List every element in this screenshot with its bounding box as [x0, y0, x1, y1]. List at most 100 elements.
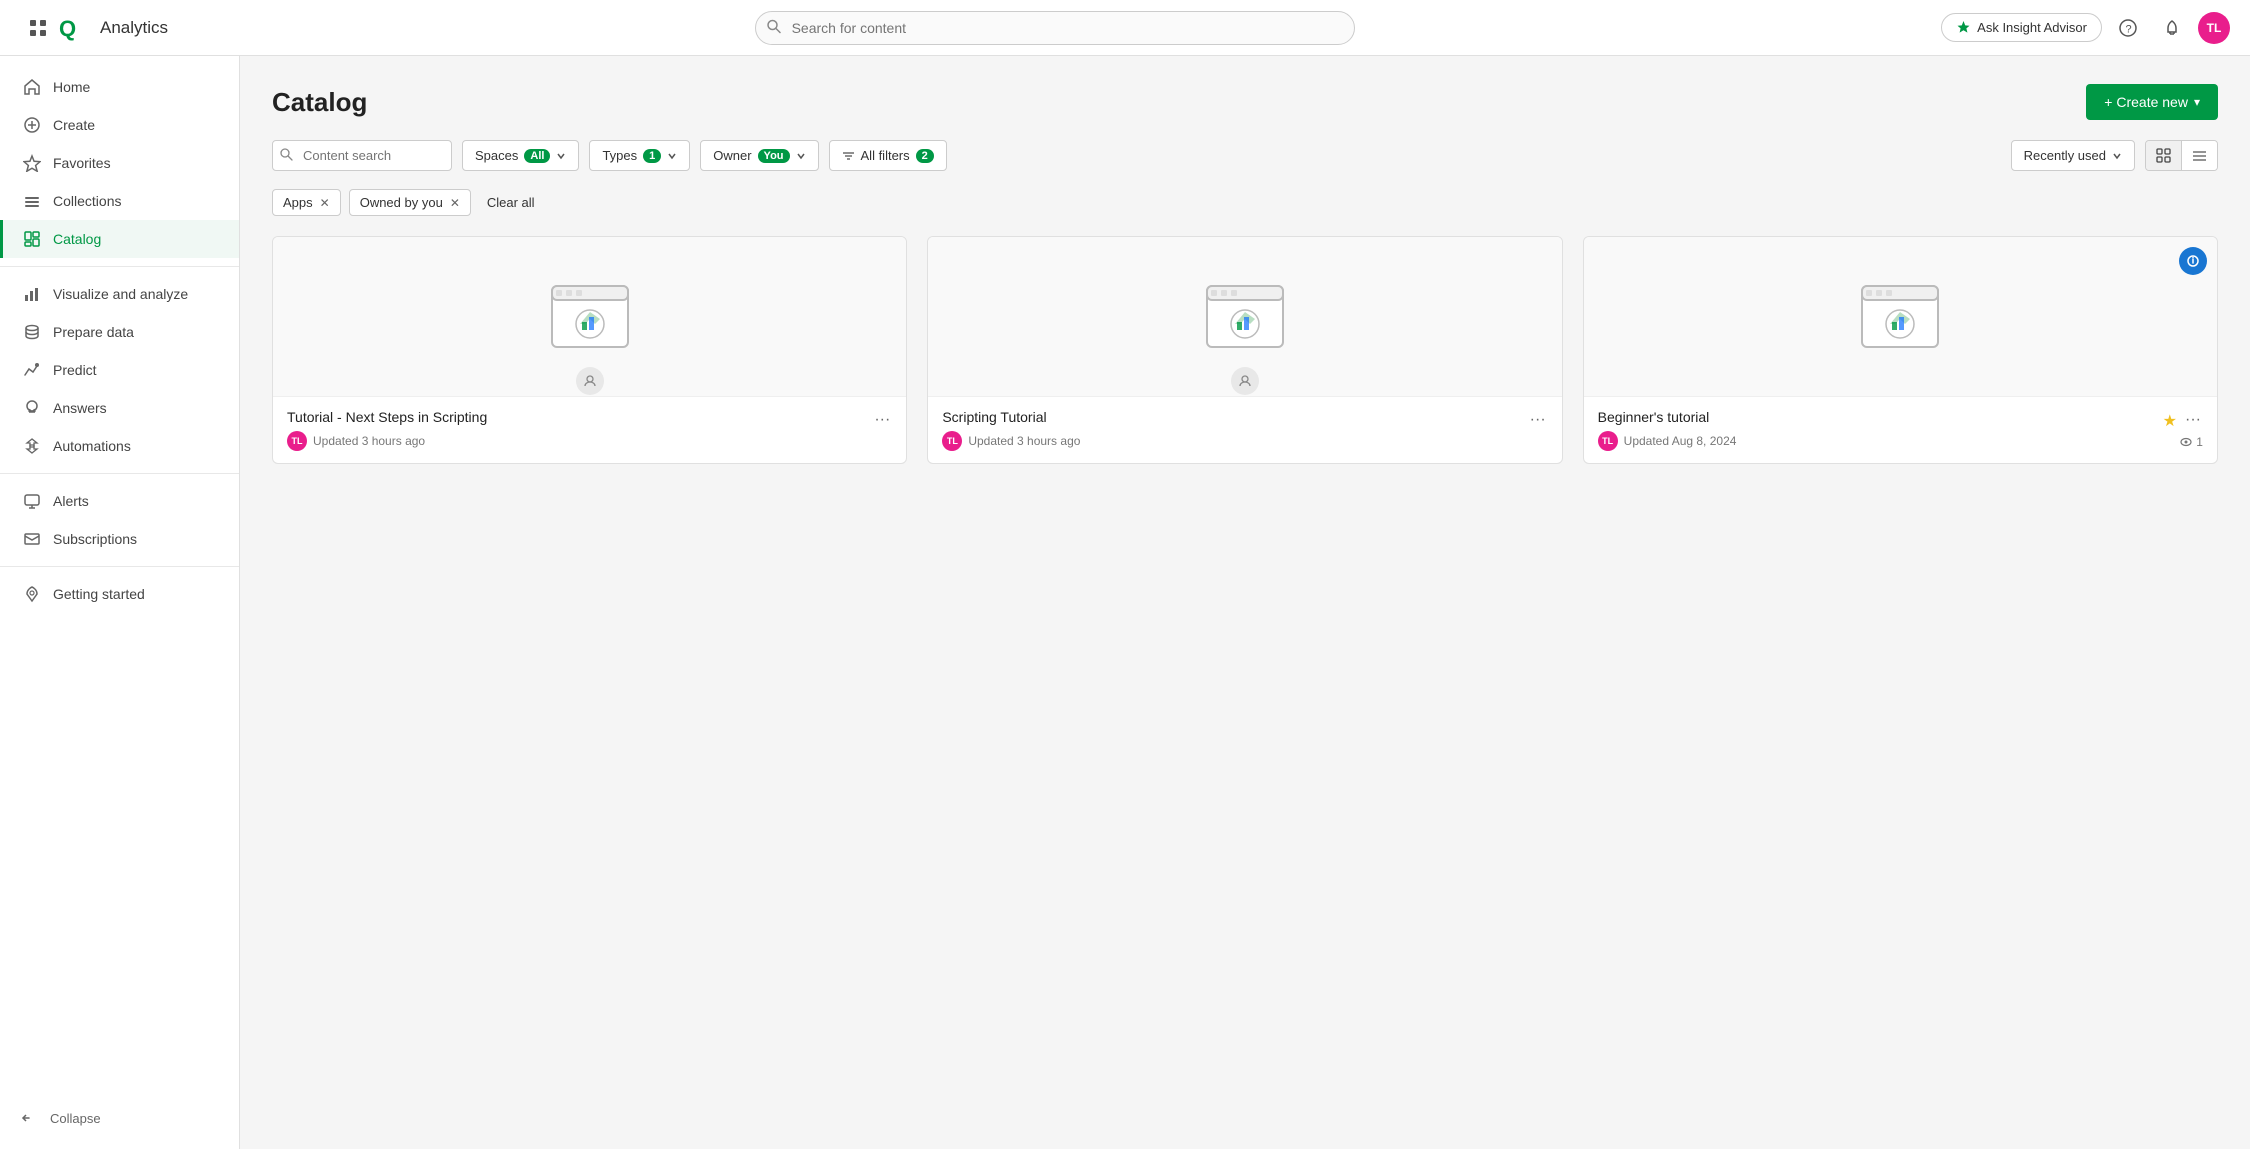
- card-footer-1: Tutorial - Next Steps in Scripting TL Up…: [273, 397, 906, 463]
- sort-button[interactable]: Recently used: [2011, 140, 2135, 171]
- predict-icon: [23, 361, 41, 379]
- content-search-input[interactable]: [272, 140, 452, 171]
- sidebar-item-favorites[interactable]: Favorites: [0, 144, 239, 182]
- subscriptions-icon: [23, 530, 41, 548]
- card-footer-2: Scripting Tutorial TL Updated 3 hours ag…: [928, 397, 1561, 463]
- card-avatar-3: TL: [1598, 431, 1618, 451]
- card-views-3: 1: [2180, 435, 2203, 449]
- app-name: Analytics: [100, 18, 168, 38]
- spaces-filter-button[interactable]: Spaces All: [462, 140, 579, 171]
- chevron-down-icon: [667, 151, 677, 161]
- sidebar-item-automations[interactable]: Automations: [0, 427, 239, 465]
- clear-all-filters-button[interactable]: Clear all: [479, 190, 543, 215]
- remove-owned-filter-icon[interactable]: ✕: [450, 196, 460, 210]
- sidebar-item-create[interactable]: Create: [0, 106, 239, 144]
- svg-text:?: ?: [2125, 23, 2131, 35]
- sidebar-collapse-button[interactable]: Collapse: [0, 1099, 239, 1137]
- card-avatar-1: TL: [287, 431, 307, 451]
- card-footer-3: Beginner's tutorial TL Updated Aug 8, 20…: [1584, 397, 2217, 463]
- sidebar-item-visualize[interactable]: Visualize and analyze: [0, 275, 239, 313]
- owner-filter-button[interactable]: Owner You: [700, 140, 818, 171]
- active-filters: Apps ✕ Owned by you ✕ Clear all: [272, 189, 2218, 216]
- app-thumbnail-icon: [1205, 284, 1285, 349]
- main-content: Catalog + Create new ▾ Spaces: [240, 56, 2250, 1149]
- content-search-icon: [280, 148, 293, 164]
- chevron-down-icon: [556, 151, 566, 161]
- create-new-button[interactable]: + Create new ▾: [2086, 84, 2218, 120]
- sidebar-item-home[interactable]: Home: [0, 68, 239, 106]
- filter-icon: [842, 149, 855, 162]
- app-card-2[interactable]: Scripting Tutorial TL Updated 3 hours ag…: [927, 236, 1562, 464]
- sidebar-item-alerts[interactable]: Alerts: [0, 482, 239, 520]
- chevron-down-icon: ▾: [2194, 95, 2200, 109]
- home-icon: [23, 78, 41, 96]
- user-avatar[interactable]: TL: [2198, 12, 2230, 44]
- data-icon: [23, 323, 41, 341]
- answers-icon: [23, 399, 41, 417]
- sidebar: Home Create Favorites: [0, 56, 240, 1149]
- page-header: Catalog + Create new ▾: [272, 84, 2218, 120]
- card-title-1: Tutorial - Next Steps in Scripting: [287, 409, 892, 425]
- collections-icon: [23, 192, 41, 210]
- alerts-icon: [23, 492, 41, 510]
- cards-grid: Tutorial - Next Steps in Scripting TL Up…: [272, 236, 2218, 464]
- card-meta-1: TL Updated 3 hours ago: [287, 431, 892, 451]
- grid-menu-button[interactable]: [20, 10, 56, 46]
- help-button[interactable]: ?: [2110, 10, 2146, 46]
- top-header: Q Analytics Ask Insight Advisor ?: [0, 0, 2250, 56]
- grid-view-button[interactable]: [2146, 141, 2181, 170]
- card-meta-3: TL Updated Aug 8, 2024: [1598, 431, 2203, 451]
- sidebar-item-answers[interactable]: Answers: [0, 389, 239, 427]
- chevron-down-icon: [2112, 151, 2122, 161]
- insight-advisor-button[interactable]: Ask Insight Advisor: [1941, 13, 2102, 42]
- card-menu-button-3[interactable]: ···: [2179, 409, 2207, 431]
- card-thumbnail-3: [1584, 237, 2217, 397]
- catalog-icon: [23, 230, 41, 248]
- chevron-down-icon: [796, 151, 806, 161]
- app-thumbnail-icon: [550, 284, 630, 349]
- sidebar-bottom: Collapse: [0, 1091, 239, 1137]
- app-card-3[interactable]: Beginner's tutorial TL Updated Aug 8, 20…: [1583, 236, 2218, 464]
- plus-icon: [23, 116, 41, 134]
- view-toggle: [2145, 140, 2218, 171]
- page-title: Catalog: [272, 87, 367, 118]
- automations-icon: [23, 437, 41, 455]
- list-view-button[interactable]: [2181, 141, 2217, 170]
- card-user-icon-2: [1231, 367, 1259, 395]
- filter-tag-apps[interactable]: Apps ✕: [272, 189, 341, 216]
- rocket-icon: [23, 585, 41, 603]
- card-user-icon-1: [576, 367, 604, 395]
- search-input[interactable]: [755, 11, 1355, 45]
- app-thumbnail-icon: [1860, 284, 1940, 349]
- card-title-2: Scripting Tutorial: [942, 409, 1547, 425]
- all-filters-button[interactable]: All filters 2: [829, 140, 947, 171]
- card-menu-button-1[interactable]: ···: [868, 409, 896, 431]
- header-actions: Ask Insight Advisor ? TL: [1941, 10, 2230, 46]
- card-badge-3: [2179, 247, 2207, 275]
- sidebar-item-prepare[interactable]: Prepare data: [0, 313, 239, 351]
- sidebar-item-getting-started[interactable]: Getting started: [0, 575, 239, 613]
- logo: Q Analytics: [56, 10, 168, 46]
- app-card-1[interactable]: Tutorial - Next Steps in Scripting TL Up…: [272, 236, 907, 464]
- sidebar-item-catalog[interactable]: Catalog: [0, 220, 239, 258]
- card-title-3: Beginner's tutorial: [1598, 409, 2203, 425]
- app-layout: Home Create Favorites: [0, 56, 2250, 1149]
- remove-apps-filter-icon[interactable]: ✕: [320, 196, 330, 210]
- chart-icon: [23, 285, 41, 303]
- filters-row: Spaces All Types 1 Owner You: [272, 140, 2218, 171]
- sidebar-divider-2: [0, 473, 239, 474]
- filter-tag-owned-by-you[interactable]: Owned by you ✕: [349, 189, 471, 216]
- sidebar-item-subscriptions[interactable]: Subscriptions: [0, 520, 239, 558]
- card-meta-2: TL Updated 3 hours ago: [942, 431, 1547, 451]
- notifications-button[interactable]: [2154, 10, 2190, 46]
- content-search: [272, 140, 452, 171]
- svg-text:Q: Q: [59, 16, 76, 41]
- star-icon: [23, 154, 41, 172]
- sidebar-item-predict[interactable]: Predict: [0, 351, 239, 389]
- global-search: [755, 11, 1355, 45]
- sidebar-divider-1: [0, 266, 239, 267]
- sidebar-item-collections[interactable]: Collections: [0, 182, 239, 220]
- card-menu-button-2[interactable]: ···: [1524, 409, 1552, 431]
- views-icon: [2180, 436, 2192, 448]
- types-filter-button[interactable]: Types 1: [589, 140, 690, 171]
